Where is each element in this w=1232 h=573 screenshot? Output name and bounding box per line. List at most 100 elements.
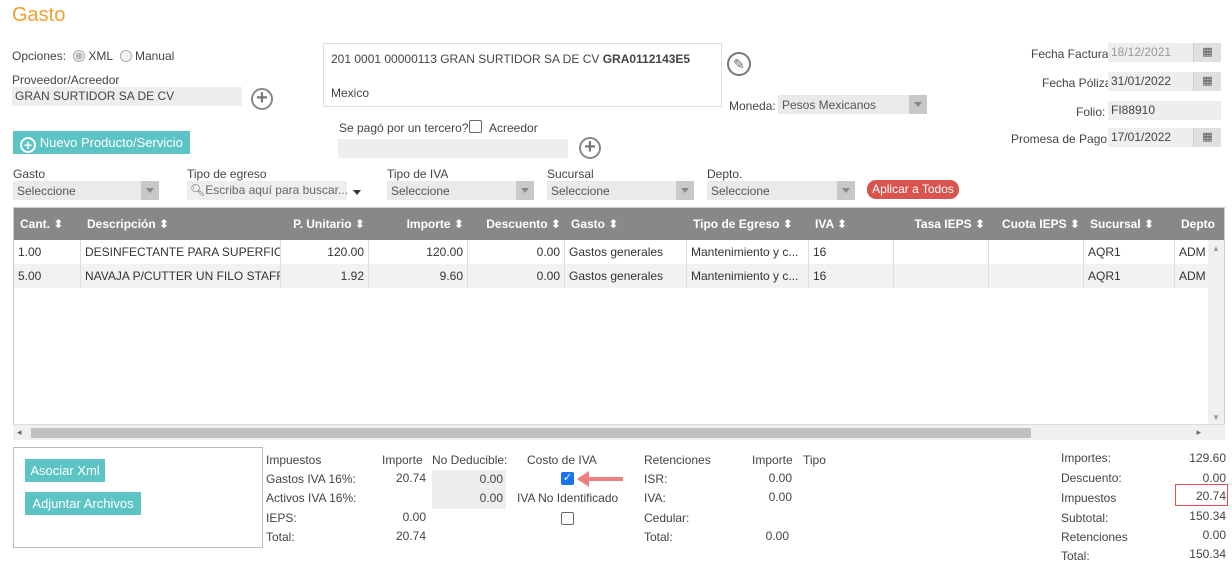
depto-label: Depto. <box>707 167 743 181</box>
grand-total-label: Total: <box>1061 549 1090 563</box>
scroll-right-icon[interactable]: ▸ <box>1196 427 1201 438</box>
fecha-poliza-field[interactable]: 31/01/2022 ▦ <box>1108 72 1221 91</box>
table-cell[interactable]: Gastos generales <box>565 240 687 264</box>
activos-iva-nodeducible[interactable]: 0.00 <box>432 489 506 509</box>
gastos-iva-nodeducible[interactable]: 0.00 <box>432 470 506 490</box>
moneda-select[interactable]: Pesos Mexicanos <box>778 95 927 114</box>
proveedor-field[interactable]: GRAN SURTIDOR SA DE CV <box>12 87 242 106</box>
importes-label: Importes: <box>1061 451 1112 465</box>
gastos-iva-importe: 20.74 <box>395 471 426 485</box>
table-row[interactable]: 1.00DESINFECTANTE PARA SUPERFICIE...120.… <box>14 240 1224 264</box>
column-header[interactable]: Tasa IEPS ⬍ <box>900 208 985 240</box>
manual-radio[interactable] <box>119 50 132 62</box>
acreedor-checkbox[interactable] <box>469 120 482 133</box>
scroll-up-icon[interactable]: ▲ <box>1212 244 1220 253</box>
column-header[interactable]: Sucursal ⬍ <box>1090 208 1171 240</box>
table-cell[interactable]: 0.00 <box>468 264 565 288</box>
iva-no-identificado-checkbox[interactable] <box>561 512 574 525</box>
tipo-egreso-search[interactable]: 🔍︎Escriba aquí para buscar... <box>187 181 347 200</box>
chevron-down-icon <box>141 181 159 200</box>
aplicar-todos-button[interactable]: Aplicar a Todos <box>867 180 959 199</box>
scroll-thumb[interactable] <box>31 428 1031 438</box>
table-cell[interactable]: Mantenimiento y c... <box>687 264 809 288</box>
impuestos-importe-header: Importe <box>382 453 423 467</box>
table-cell[interactable]: 1.92 <box>281 264 369 288</box>
column-header[interactable]: Importe ⬍ <box>375 208 464 240</box>
table-cell[interactable]: AQR1 <box>1084 264 1175 288</box>
isr-value: 0.00 <box>768 471 792 485</box>
column-header[interactable]: Gasto ⬍ <box>571 208 683 240</box>
retenciones-sum-value: 0.00 <box>1202 528 1226 542</box>
column-header[interactable]: Cuota IEPS ⬍ <box>995 208 1080 240</box>
table-cell[interactable]: 120.00 <box>281 240 369 264</box>
column-header[interactable]: Tipo de Egreso ⬍ <box>693 208 805 240</box>
edit-pencil-icon[interactable]: ✎ <box>727 52 751 76</box>
asociar-xml-button[interactable]: Asociar Xml <box>25 459 105 482</box>
table-row[interactable]: 5.00 NAVAJA P/CUTTER UN FILO STAFFO 1.92 9.… <box>14 264 1224 288</box>
costo-iva-checkbox[interactable]: ✓ <box>561 472 574 485</box>
moneda-value: Pesos Mexicanos <box>782 98 877 112</box>
table-cell[interactable]: 120.00 <box>369 240 468 264</box>
tercero-field[interactable] <box>338 139 568 158</box>
scroll-left-icon[interactable]: ◂ <box>17 427 22 438</box>
attachments-box: Asociar Xml Adjuntar Archivos <box>13 447 263 548</box>
tipo-iva-label: Tipo de IVA <box>387 167 449 181</box>
activos-iva-label: Activos IVA 16%: <box>266 491 357 505</box>
table-cell[interactable]: 16 <box>809 264 894 288</box>
sucursal-select[interactable]: Seleccione <box>547 181 694 200</box>
retenciones-total-label: Total: <box>644 530 673 544</box>
table-cell[interactable]: NAVAJA P/CUTTER UN FILO STAFFO <box>81 264 281 288</box>
calendar-icon[interactable]: ▦ <box>1193 72 1221 91</box>
add-tercero-icon[interactable]: + <box>579 137 601 159</box>
gasto-filter-select[interactable]: Seleccione <box>13 181 159 200</box>
fecha-poliza-value: 31/01/2022 <box>1111 74 1172 88</box>
column-header[interactable]: Descripción ⬍ <box>87 208 277 240</box>
column-header[interactable]: Cant. ⬍ <box>20 208 77 240</box>
tipo-iva-select[interactable]: Seleccione <box>387 181 534 200</box>
retenciones-header: Retenciones <box>644 453 711 467</box>
table-cell[interactable]: DESINFECTANTE PARA SUPERFICIE... <box>81 240 281 264</box>
column-header[interactable]: Descuento ⬍ <box>474 208 561 240</box>
xml-radio[interactable] <box>73 50 86 62</box>
table-cell[interactable] <box>894 264 989 288</box>
table-cell[interactable]: 9.60 <box>369 264 468 288</box>
promesa-label: Promesa de Pago: <box>1011 132 1111 146</box>
depto-select[interactable]: Seleccione <box>707 181 855 200</box>
scroll-down-icon[interactable]: ▼ <box>1212 413 1220 422</box>
fecha-factura-label: Fecha Factura: <box>1031 47 1112 61</box>
adjuntar-archivos-button[interactable]: Adjuntar Archivos <box>25 492 141 515</box>
table-cell[interactable] <box>989 264 1084 288</box>
table-cell[interactable]: 16 <box>809 240 894 264</box>
column-header[interactable]: P. Unitario ⬍ <box>287 208 365 240</box>
column-header[interactable]: IVA ⬍ <box>815 208 890 240</box>
table-cell[interactable]: AQR1 <box>1084 240 1175 264</box>
fecha-factura-field[interactable]: 18/12/2021 ▦ <box>1108 43 1221 62</box>
depto-value: Seleccione <box>711 184 770 198</box>
gasto-filter-label: Gasto <box>13 167 46 181</box>
table-cell[interactable] <box>894 240 989 264</box>
add-proveedor-icon[interactable]: + <box>251 88 273 110</box>
table-cell[interactable] <box>989 240 1084 264</box>
table-cell[interactable]: Mantenimiento y c... <box>687 240 809 264</box>
chevron-down-icon <box>837 181 855 200</box>
caret-down-icon[interactable] <box>353 190 361 195</box>
chevron-down-icon <box>909 95 927 114</box>
ieps-value: 0.00 <box>402 510 426 524</box>
promesa-value: 17/01/2022 <box>1111 130 1172 144</box>
nuevo-producto-button[interactable]: + Nuevo Producto/Servicio <box>13 131 190 154</box>
table-cell[interactable]: Gastos generales <box>565 264 687 288</box>
calendar-icon[interactable]: ▦ <box>1193 43 1221 62</box>
nuevo-producto-label: Nuevo Producto/Servicio <box>39 135 183 150</box>
column-header[interactable]: Depto <box>1181 208 1224 240</box>
vertical-scrollbar[interactable]: ▲ ▼ <box>1208 240 1224 426</box>
folio-field[interactable]: FI88910 <box>1108 101 1221 120</box>
calendar-icon[interactable]: ▦ <box>1193 128 1221 147</box>
tipo-egreso-label: Tipo de egreso <box>187 167 267 181</box>
page-title: Gasto <box>12 4 66 26</box>
table-cell[interactable]: 5.00 <box>14 264 81 288</box>
table-cell[interactable]: 0.00 <box>468 240 565 264</box>
items-table: Cant. ⬍ Descripción ⬍ P. Unitario ⬍ Importe… <box>13 207 1225 440</box>
promesa-field[interactable]: 17/01/2022 ▦ <box>1108 128 1221 147</box>
table-cell[interactable]: 1.00 <box>14 240 81 264</box>
horizontal-scrollbar[interactable]: ◂ ▸ <box>13 424 1225 440</box>
